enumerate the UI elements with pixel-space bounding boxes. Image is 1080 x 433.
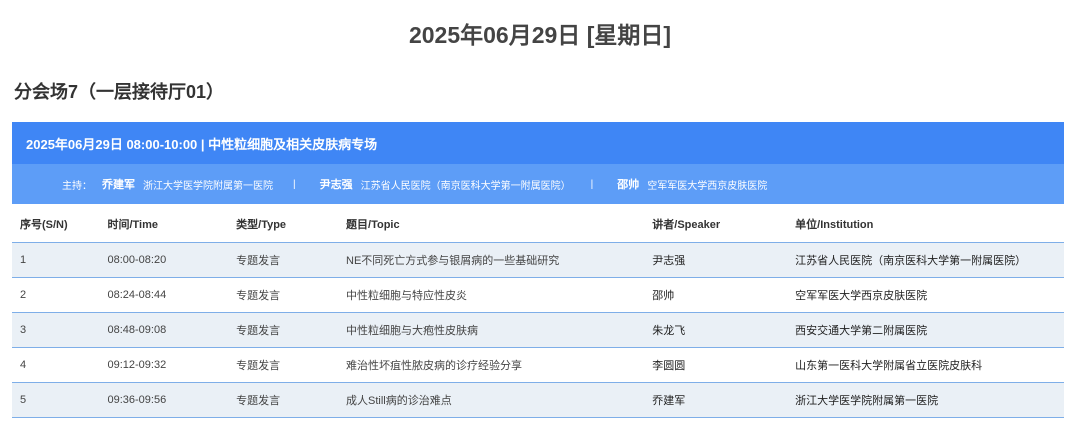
cell-type: 专题发言	[228, 312, 339, 348]
cell-sn: 2	[12, 277, 100, 313]
hosts-bar: 主持： 乔建军 浙江大学医学院附属第一医院 | 尹志强 江苏省人民医院（南京医科…	[12, 164, 1064, 204]
cell-institution: 山东第一医科大学附属省立医院皮肤科	[787, 347, 1064, 383]
cell-sn: 4	[12, 347, 100, 383]
table-row: 2 08:24-08:44 专题发言 中性粒细胞与特应性皮炎 邵帅 空军军医大学…	[12, 277, 1064, 313]
cell-topic: 中性粒细胞与大疱性皮肤病	[338, 312, 645, 348]
cell-time: 08:24-08:44	[99, 277, 229, 313]
host-item: 邵帅 空军军医大学西京皮肤医院	[617, 176, 767, 192]
cell-speaker: 乔建军	[644, 382, 788, 418]
cell-topic: NE不同死亡方式参与银屑病的一些基础研究	[338, 242, 645, 278]
session-header: 2025年06月29日 08:00-10:00 | 中性粒细胞及相关皮肤病专场	[12, 122, 1064, 164]
cell-type: 专题发言	[228, 277, 339, 313]
cell-institution: 空军军医大学西京皮肤医院	[787, 277, 1064, 313]
host-affiliation: 空军军医大学西京皮肤医院	[647, 180, 768, 192]
host-separator: |	[293, 178, 296, 190]
cell-speaker: 邵帅	[644, 277, 788, 313]
host-name: 邵帅	[617, 179, 640, 191]
cell-speaker: 李圆圆	[644, 347, 788, 383]
host-label: 主持：	[62, 180, 92, 192]
cell-sn: 3	[12, 312, 100, 348]
page-date-title: 2025年06月29日 [星期日]	[408, 22, 672, 48]
column-header-topic: 题目/Topic	[338, 205, 645, 243]
host-affiliation: 浙江大学医学院附属第一医院	[143, 180, 273, 192]
column-header-time: 时间/Time	[99, 205, 229, 243]
host-name: 乔建军	[102, 179, 135, 191]
table-row: 1 08:00-08:20 专题发言 NE不同死亡方式参与银屑病的一些基础研究 …	[12, 242, 1064, 278]
cell-sn: 1	[12, 242, 100, 278]
host-item: 尹志强 江苏省人民医院（南京医科大学第一附属医院）	[320, 176, 571, 192]
table-row: 5 09:36-09:56 专题发言 成人Still病的诊治难点 乔建军 浙江大…	[12, 382, 1064, 418]
venue-title: 分会场7（一层接待厅01）	[14, 82, 225, 102]
cell-topic: 中性粒细胞与特应性皮炎	[338, 277, 645, 313]
host-separator: |	[590, 178, 594, 190]
cell-type: 专题发言	[228, 242, 339, 278]
cell-type: 专题发言	[228, 347, 339, 383]
table-row: 3 08:48-09:08 专题发言 中性粒细胞与大疱性皮肤病 朱龙飞 西安交通…	[12, 312, 1064, 348]
cell-time: 09:12-09:32	[99, 347, 229, 383]
host-item: 乔建军 浙江大学医学院附属第一医院	[102, 176, 273, 192]
cell-speaker: 朱龙飞	[644, 312, 788, 348]
column-header-institution: 单位/Institution	[787, 205, 1064, 243]
cell-sn: 5	[12, 382, 100, 418]
cell-topic: 成人Still病的诊治难点	[338, 382, 645, 418]
cell-time: 09:36-09:56	[99, 382, 229, 418]
cell-time: 08:00-08:20	[99, 242, 229, 278]
cell-speaker: 尹志强	[644, 242, 788, 278]
session-title: 2025年06月29日 08:00-10:00 | 中性粒细胞及相关皮肤病专场	[26, 136, 378, 152]
cell-time: 08:48-09:08	[99, 312, 229, 348]
column-header-sn: 序号(S/N)	[12, 205, 100, 243]
host-name: 尹志强	[319, 179, 353, 191]
schedule-table: 序号(S/N) 时间/Time 类型/Type 题目/Topic 讲者/Spea…	[12, 205, 1064, 418]
cell-institution: 江苏省人民医院（南京医科大学第一附属医院）	[787, 242, 1064, 278]
table-header-row: 序号(S/N) 时间/Time 类型/Type 题目/Topic 讲者/Spea…	[12, 205, 1064, 243]
column-header-type: 类型/Type	[228, 205, 339, 243]
table-row: 4 09:12-09:32 专题发言 难治性坏疽性脓皮病的诊疗经验分享 李圆圆 …	[12, 347, 1064, 383]
host-affiliation: 江苏省人民医院（南京医科大学第一附属医院）	[360, 180, 571, 192]
cell-institution: 西安交通大学第二附属医院	[787, 312, 1064, 348]
column-header-speaker: 讲者/Speaker	[644, 205, 788, 243]
cell-topic: 难治性坏疽性脓皮病的诊疗经验分享	[338, 347, 645, 383]
cell-institution: 浙江大学医学院附属第一医院	[787, 382, 1064, 418]
cell-type: 专题发言	[228, 382, 339, 418]
